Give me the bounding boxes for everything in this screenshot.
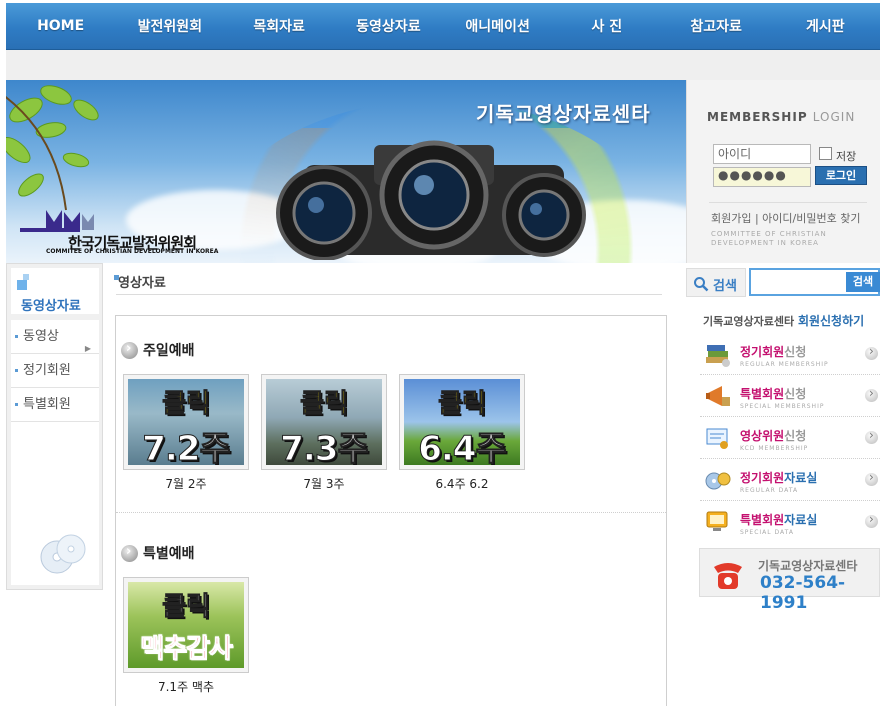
row-label: 영상위원신청	[740, 429, 807, 443]
left-sidebar: 동영상자료 동영상 ▶ 정기회원 특별회원	[6, 263, 103, 590]
chevron-right-icon	[865, 428, 878, 444]
regular-member-data-row[interactable]: 정기회원자료실 REGULAR DATA	[700, 459, 880, 501]
row-label: 정기회원신청	[740, 345, 807, 359]
membership-sub-line2: DEVELOPMENT IN KOREA	[711, 239, 819, 247]
camera-image	[276, 140, 586, 260]
sidebar-item-label: 동영상	[23, 329, 59, 344]
sidebar-item-label: 정기회원	[23, 363, 71, 378]
row-label: 정기회원자료실	[740, 471, 818, 485]
chevron-right-icon	[865, 386, 878, 402]
center-name-text: 기독교영상자료센타	[703, 315, 795, 328]
search-icon	[694, 277, 709, 292]
video-thumb-thanksgiving[interactable]: 클릭 맥추감사	[123, 577, 249, 673]
nav-photos[interactable]: 사 진	[552, 16, 661, 36]
save-id-checkbox[interactable]	[819, 147, 832, 160]
chevron-right-icon	[865, 470, 878, 486]
chevron-right-icon	[865, 344, 878, 360]
category-divider	[116, 512, 666, 513]
video-thumb-6-4[interactable]: 클릭 6.4주	[399, 374, 525, 470]
thumb-caption: 6.4주 6.2	[435, 477, 489, 491]
section-title-divider	[116, 294, 662, 295]
password-field[interactable]: ●●●●●●	[713, 167, 811, 187]
sidebar-item-regular-member[interactable]: 정기회원	[11, 354, 99, 388]
hero-banner: 기독교영상자료센타 한국기독교발전위원회 COMMITEE OF CHRISTI…	[6, 80, 686, 263]
id-field[interactable]: 아이디	[713, 144, 811, 164]
thumb-click-text: 클릭	[162, 389, 211, 420]
banner-title: 기독교영상자료센타	[476, 102, 651, 126]
login-title-text: LOGIN	[812, 110, 856, 124]
special-member-data-row[interactable]: 특별회원자료실 SPECIAL DATA	[700, 501, 880, 543]
member-apply-link[interactable]: 회원신청하기	[798, 314, 864, 328]
monitor-icon	[706, 511, 728, 531]
signup-find-links[interactable]: 회원가입 | 아이디/비밀번호 찾기	[711, 210, 860, 226]
row-subtitle: SPECIAL DATA	[740, 529, 794, 536]
membership-title: MEMBERSHIP LOGIN	[707, 110, 855, 124]
thumb-caption: 7.1주 맥추	[157, 680, 215, 694]
category-bullet-icon	[121, 341, 138, 359]
membership-divider	[709, 202, 867, 203]
section-title: 영상자료	[114, 272, 166, 291]
leaves-decoration	[6, 85, 99, 211]
nav-videos[interactable]: 동영상자료	[334, 16, 443, 36]
thumb-week-text: 7.3주	[280, 429, 370, 466]
membership-sub-line1: COMMITTEE OF CHRISTIAN	[711, 230, 827, 238]
nav-pastoral[interactable]: 목회자료	[225, 16, 334, 36]
chevron-right-icon	[865, 512, 878, 528]
megaphone-icon	[706, 386, 730, 406]
search-label-text: 검색	[713, 279, 737, 294]
video-thumb-7-2[interactable]: 클릭 7.2주	[123, 374, 249, 470]
video-thumb-7-3[interactable]: 클릭 7.3주	[261, 374, 387, 470]
row-subtitle: REGULAR MEMBERSHIP	[740, 361, 829, 368]
phone-icon	[714, 563, 742, 589]
thumb-caption: 7월 2주	[165, 477, 207, 491]
contact-phone-number: 032-564-1991	[760, 573, 846, 613]
special-member-apply-row[interactable]: 특별회원신청 SPECIAL MEMBERSHIP	[700, 375, 880, 417]
search-label-box: 검색	[686, 268, 746, 297]
nav-reference[interactable]: 참고자료	[662, 16, 771, 36]
category-bullet-icon	[121, 544, 138, 562]
top-nav: HOME 발전위원회 목회자료 동영상자료 애니메이션 사 진 참고자료 게시판	[6, 3, 880, 50]
video-committee-apply-row[interactable]: 영상위원신청 KCD MEMBERSHIP	[700, 417, 880, 459]
nav-committee[interactable]: 발전위원회	[115, 16, 224, 36]
sidebar-item-video[interactable]: 동영상 ▶	[11, 320, 99, 354]
row-subtitle: KCD MEMBERSHIP	[740, 445, 809, 452]
row-subtitle: REGULAR DATA	[740, 487, 799, 494]
org-english-name: COMMITEE OF CHRISTIAN DEVELOPMENT IN KOR…	[46, 248, 219, 255]
contact-box: 기독교영상자료센타 032-564-1991	[699, 548, 880, 613]
sidebar-header: 동영상자료	[11, 268, 99, 314]
nav-animation[interactable]: 애니메이션	[443, 16, 552, 36]
nav-home[interactable]: HOME	[6, 18, 115, 34]
login-button[interactable]: 로그인	[815, 166, 867, 185]
contact-center-name: 기독교영상자료센타	[758, 559, 858, 573]
sidebar-item-special-member[interactable]: 특별회원	[11, 388, 99, 422]
row-subtitle: SPECIAL MEMBERSHIP	[740, 403, 825, 410]
thumb-caption: 7월 3주	[303, 477, 345, 491]
regular-member-apply-row[interactable]: 정기회원신청 REGULAR MEMBERSHIP	[700, 333, 880, 375]
membership-login-box: MEMBERSHIP LOGIN 아이디 저장 ●●●●●● 로그인 회원가입 …	[686, 80, 880, 263]
thumb-week-text: 7.2주	[142, 429, 232, 466]
nav-board[interactable]: 게시판	[771, 16, 880, 36]
membership-subtitle: COMMITTEE OF CHRISTIAN DEVELOPMENT IN KO…	[711, 230, 827, 248]
sidebar-item-label: 특별회원	[23, 397, 71, 412]
search-button[interactable]: 검색	[846, 272, 880, 292]
member-apply-header: 기독교영상자료센타 회원신청하기	[703, 312, 864, 329]
row-label: 특별회원신청	[740, 387, 807, 401]
sidebar-title: 동영상자료	[21, 299, 81, 314]
books-icon	[706, 345, 730, 367]
thumb-title-text: 맥추감사	[140, 634, 234, 665]
thumb-week-text: 6.4주	[418, 429, 508, 466]
row-label: 특별회원자료실	[740, 513, 818, 527]
save-id-label: 저장	[836, 150, 857, 163]
nav-spacer	[6, 50, 880, 80]
thumb-click-text: 클릭	[162, 592, 211, 623]
category-title-sunday: 주일예배	[143, 343, 195, 359]
cd-disc-icon	[40, 534, 86, 574]
thumb-click-text: 클릭	[438, 389, 487, 420]
thumb-click-text: 클릭	[300, 389, 349, 420]
membership-title-text: MEMBERSHIP	[707, 110, 808, 124]
category-title-special: 특별예배	[143, 546, 195, 562]
certificate-icon	[706, 428, 728, 449]
cd-icon	[705, 472, 731, 490]
